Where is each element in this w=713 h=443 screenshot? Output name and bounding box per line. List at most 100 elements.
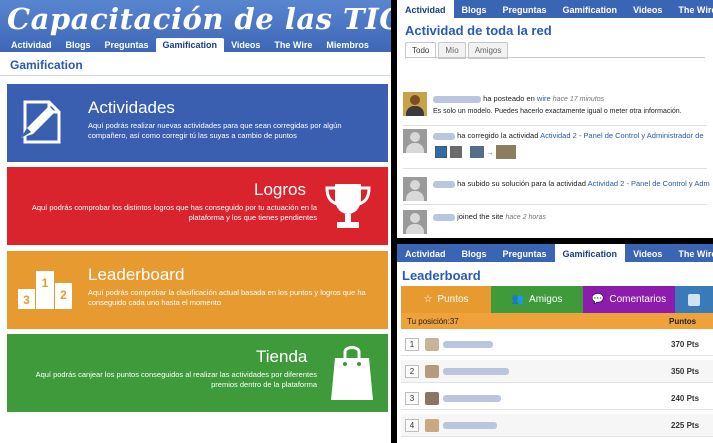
card-tienda[interactable]: Tienda Aquí podrás canjear los puntos co…	[7, 334, 388, 412]
podium-third-label: 3	[23, 293, 30, 307]
points-value: 370 Pts	[671, 340, 700, 349]
nav-tab-the-wire[interactable]: The Wire	[670, 244, 713, 262]
activity-text: ha subido su solución para la actividad …	[433, 179, 710, 188]
correction-thumbnails: →	[435, 145, 516, 159]
leaderboard-row[interactable]: 2 350 Pts	[401, 360, 713, 383]
card-logros-title: Logros	[254, 180, 306, 199]
blurred-username[interactable]	[443, 368, 509, 375]
nav-tab-the-wire[interactable]: The Wire	[670, 0, 713, 18]
activity-item: ha posteado en wire hace 17 minutos Es s…	[403, 92, 713, 122]
points-value: 240 Pts	[671, 394, 700, 403]
activity-item: ha corregido la actividad Actividad 2 - …	[403, 129, 713, 165]
nav-tab-videos[interactable]: Videos	[224, 38, 267, 52]
arrow-right-icon: →	[486, 147, 494, 157]
avatar[interactable]	[425, 419, 439, 432]
lb-tab-comentarios[interactable]: 💬 Comentarios	[583, 286, 675, 313]
activity-item: joined the site hace 2 horas	[403, 210, 713, 236]
thumbnail[interactable]	[435, 146, 447, 158]
blurred-username[interactable]	[433, 95, 481, 103]
leaderboard-heading: Leaderboard	[402, 268, 481, 283]
lb-tab-twitter[interactable]	[675, 286, 713, 313]
card-logros-description: Aquí podrás comprobar los distintos logr…	[31, 203, 317, 222]
avatar[interactable]	[403, 92, 427, 116]
leaderboard-row[interactable]: 4 225 Pts	[401, 414, 713, 437]
activity-link[interactable]: wire	[537, 94, 551, 103]
nav-tab-actividad[interactable]: Actividad	[397, 0, 454, 18]
card-tienda-description: Aquí podrás canjear los puntos conseguid…	[35, 370, 317, 389]
card-actividades-description: Aquí podrás realizar nuevas actividades …	[88, 121, 342, 140]
collage: Capacitación de las TICS Actividad Blogs…	[0, 0, 713, 443]
nav-tab-videos[interactable]: Videos	[625, 244, 670, 262]
leaderboard-nav: Actividad Blogs Preguntas Gamification V…	[397, 244, 713, 262]
activity-action: ha subido su solución para la actividad	[457, 179, 586, 188]
site-header: Capacitación de las TICS Actividad Blogs…	[0, 0, 391, 52]
nav-tab-gamification[interactable]: Gamification	[555, 0, 626, 18]
leaderboard-panel: Actividad Blogs Preguntas Gamification V…	[397, 244, 713, 443]
star-icon: ☆	[423, 294, 433, 305]
rank-number: 4	[405, 419, 419, 432]
main-nav: Actividad Blogs Preguntas Gamification V…	[4, 38, 376, 52]
nav-tab-blogs[interactable]: Blogs	[454, 244, 495, 262]
points-value: 225 Pts	[671, 421, 700, 430]
activity-action: joined the site	[457, 212, 504, 221]
nav-tab-actividad[interactable]: Actividad	[4, 38, 59, 52]
nav-tab-blogs[interactable]: Blogs	[454, 0, 495, 18]
nav-tab-blogs[interactable]: Blogs	[59, 38, 98, 52]
section-divider	[0, 75, 391, 76]
nav-tab-videos[interactable]: Videos	[625, 0, 670, 18]
card-leaderboard-description: Aquí podrás comprobar la clasificación a…	[88, 288, 366, 307]
nav-tab-gamification[interactable]: Gamification	[554, 244, 626, 262]
position-label: Tu posición:37	[407, 317, 459, 326]
lb-tab-puntos[interactable]: ☆ Puntos	[401, 286, 491, 313]
avatar[interactable]	[403, 129, 427, 153]
thumbnail[interactable]	[496, 145, 516, 159]
feed-divider	[403, 204, 707, 205]
blurred-username[interactable]	[443, 341, 493, 348]
lb-tab-label: Amigos	[529, 294, 563, 305]
lb-tab-label: Puntos	[437, 294, 469, 305]
thumbnail[interactable]	[470, 146, 484, 158]
blurred-username[interactable]	[443, 395, 501, 402]
rank-number: 2	[405, 365, 419, 378]
card-actividades[interactable]: Actividades Aquí podrás realizar nuevas …	[7, 84, 388, 162]
activity-link[interactable]: Actividad 2 - Panel de Control y Adminis…	[540, 131, 703, 140]
users-icon: 👥	[511, 294, 525, 305]
blurred-username[interactable]	[433, 213, 455, 221]
points-value: 350 Pts	[671, 367, 700, 376]
podium-first-label: 1	[42, 276, 49, 290]
feed-divider	[403, 125, 707, 126]
avatar[interactable]	[425, 365, 439, 378]
site-title: Capacitación de las TICS	[7, 2, 391, 36]
activity-nav: Actividad Blogs Preguntas Gamification V…	[397, 0, 713, 18]
card-actividades-title: Actividades	[88, 98, 175, 117]
nav-tab-the-wire[interactable]: The Wire	[267, 38, 319, 52]
leaderboard-row[interactable]: 3 240 Pts	[401, 387, 713, 410]
nav-tab-miembros[interactable]: Miembros	[319, 38, 376, 52]
card-leaderboard[interactable]: 1 2 3 Leaderboard Aquí podrás comprobar …	[7, 251, 388, 329]
card-logros[interactable]: Logros Aquí podrás comprobar los distint…	[7, 167, 388, 245]
avatar[interactable]	[425, 392, 439, 405]
nav-tab-actividad[interactable]: Actividad	[397, 244, 454, 262]
lb-tab-label: Comentarios	[609, 294, 667, 305]
feed-divider	[403, 168, 707, 169]
avatar[interactable]	[403, 177, 427, 201]
lb-tab-amigos[interactable]: 👥 Amigos	[491, 286, 583, 313]
nav-tab-preguntas[interactable]: Preguntas	[495, 0, 555, 18]
blurred-username[interactable]	[433, 132, 455, 140]
thumbnail[interactable]	[450, 146, 462, 158]
blurred-username[interactable]	[433, 180, 455, 188]
activity-panel: Actividad Blogs Preguntas Gamification V…	[397, 0, 713, 238]
activity-item: ha subido su solución para la actividad …	[403, 177, 713, 203]
activity-link[interactable]: Actividad 2 - Panel de Control y Adm	[588, 179, 710, 188]
activity-time: hace 17 minutos	[552, 96, 605, 103]
blurred-username[interactable]	[443, 422, 497, 429]
nav-tab-preguntas[interactable]: Preguntas	[495, 244, 555, 262]
leaderboard-row[interactable]: 1 370 Pts	[401, 333, 713, 356]
activity-heading: Actividad de toda la red	[405, 23, 552, 38]
avatar[interactable]	[425, 338, 439, 351]
avatar[interactable]	[403, 210, 427, 234]
nav-tab-gamification[interactable]: Gamification	[155, 38, 225, 52]
activity-text: ha corregido la actividad Actividad 2 - …	[433, 131, 704, 140]
nav-tab-preguntas[interactable]: Preguntas	[98, 38, 156, 52]
activity-time: hace 2 horas	[505, 214, 546, 221]
